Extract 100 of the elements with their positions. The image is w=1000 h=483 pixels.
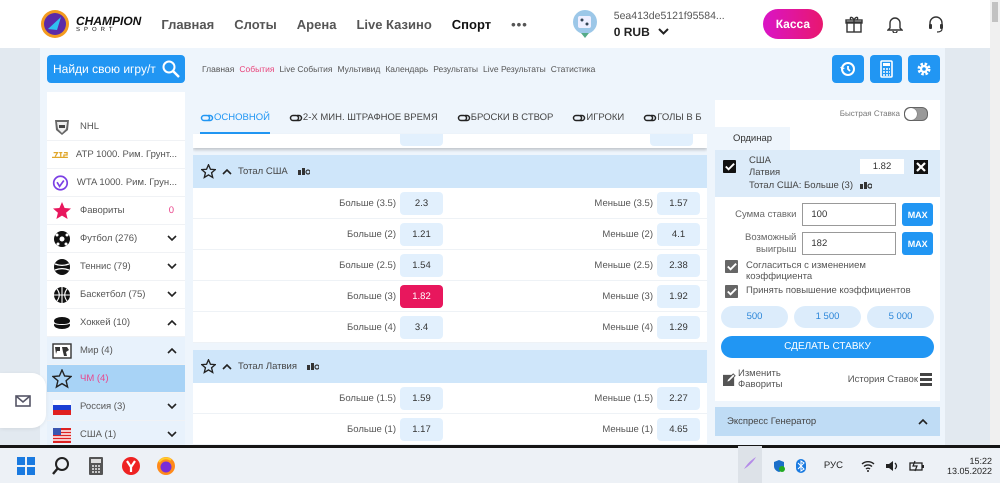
- more-menu[interactable]: •••: [511, 16, 528, 32]
- market-tab[interactable]: ГОЛЫ В Б: [643, 112, 702, 134]
- sidebar-item[interactable]: Баскетбол (75): [47, 281, 185, 309]
- stats-icon[interactable]: [860, 181, 872, 190]
- balance-dropdown[interactable]: 0 RUB: [614, 24, 725, 38]
- field-label: Сумма ставки: [734, 208, 796, 220]
- language-indicator[interactable]: РУС: [824, 460, 843, 471]
- odds-button[interactable]: 1.92: [657, 284, 700, 308]
- fox-browser-icon[interactable]: [156, 456, 176, 476]
- sidebar-item[interactable]: США (1): [47, 421, 185, 445]
- chevron-up-icon[interactable]: [918, 418, 928, 425]
- mail-button[interactable]: [0, 373, 46, 428]
- tennis-ball-icon: [52, 256, 72, 276]
- chevron-down-icon[interactable]: [167, 431, 177, 438]
- odds-button[interactable]: 1.17: [400, 418, 443, 440]
- sidebar-item[interactable]: Футбол (276): [47, 225, 185, 253]
- odds-button[interactable]: 4.1: [657, 222, 700, 246]
- odds-button[interactable]: 1.57: [657, 192, 700, 214]
- nav-link[interactable]: Арена: [296, 16, 336, 32]
- outcome-label: Меньше (2.5): [594, 260, 653, 270]
- checkbox[interactable]: [725, 260, 738, 273]
- odds-button[interactable]: 2.38: [657, 254, 700, 276]
- windows-start-icon[interactable]: [16, 456, 36, 476]
- sidebar-item[interactable]: NHL: [47, 113, 185, 141]
- atp-logo-icon: [52, 150, 68, 158]
- odds-button[interactable]: 4.65: [657, 418, 700, 440]
- link-icon: [200, 114, 214, 122]
- chevron-up-icon[interactable]: [167, 319, 177, 326]
- odds-button[interactable]: 1.59: [400, 386, 443, 410]
- stats-icon[interactable]: [307, 362, 320, 371]
- chevron-down-icon[interactable]: [167, 235, 177, 242]
- amount-field[interactable]: 182: [802, 232, 896, 255]
- odds-button[interactable]: 2.27: [657, 386, 700, 410]
- scrollbar[interactable]: [990, 0, 1000, 445]
- sidebar-item[interactable]: ATP 1000. Рим. Грунт...: [47, 141, 185, 169]
- search-icon[interactable]: [51, 456, 71, 476]
- speaker-icon[interactable]: [884, 460, 899, 472]
- bet-history-link[interactable]: История Ставок: [848, 372, 932, 386]
- odds-button[interactable]: 1.29: [657, 316, 700, 338]
- market-tab[interactable]: БРОСКИ В СТВОР: [456, 112, 554, 134]
- cashier-button[interactable]: Касса: [762, 9, 823, 39]
- sidebar-item[interactable]: WTA 1000. Рим. Грун...: [47, 169, 185, 197]
- nav-link[interactable]: Live События: [279, 64, 332, 74]
- mail-icon: [15, 394, 31, 406]
- nav-link[interactable]: Календарь: [385, 64, 428, 74]
- avatar-icon[interactable]: [572, 9, 598, 39]
- odds-button[interactable]: 1.21: [400, 222, 443, 246]
- clock[interactable]: 15:22 13.05.2022: [946, 456, 992, 476]
- market-tab[interactable]: 2-Х МИН. ШТРАФНОЕ ВРЕМЯ: [288, 112, 438, 134]
- sidebar-item[interactable]: Мир (4): [47, 337, 185, 365]
- star-outline-icon[interactable]: [201, 164, 216, 179]
- odds-button[interactable]: 3.4: [400, 316, 443, 338]
- bet-type-tab[interactable]: Ординар: [715, 127, 790, 150]
- bell-icon[interactable]: [887, 15, 903, 33]
- chevron-down-icon[interactable]: [167, 403, 177, 410]
- quick-bet-toggle[interactable]: [904, 106, 928, 120]
- nav-link[interactable]: Главная: [161, 16, 214, 32]
- shield-icon[interactable]: [772, 458, 786, 472]
- nav-link[interactable]: Слоты: [234, 16, 277, 32]
- calculator-icon[interactable]: [86, 456, 106, 476]
- headset-icon[interactable]: [927, 15, 945, 33]
- market-tab[interactable]: ИГРОКИ: [572, 112, 624, 134]
- chevron-down-icon[interactable]: [167, 291, 177, 298]
- sidebar-item[interactable]: Теннис (79): [47, 253, 185, 281]
- wifi-icon[interactable]: [860, 460, 875, 472]
- odds-button[interactable]: 1.82: [400, 284, 443, 308]
- nav-link[interactable]: Live Результаты: [483, 64, 546, 74]
- chevron-up-icon[interactable]: [167, 347, 177, 354]
- nav-link[interactable]: Live Казино: [356, 16, 432, 32]
- gift-icon[interactable]: [845, 15, 863, 33]
- chevron-down-icon: [658, 28, 669, 35]
- chevron-up-icon[interactable]: [222, 168, 232, 175]
- calculator-button[interactable]: [870, 55, 902, 83]
- battery-charging-icon[interactable]: [908, 460, 925, 472]
- nav-link[interactable]: Результаты: [433, 64, 478, 74]
- nav-link[interactable]: Мультивид: [338, 64, 380, 74]
- history-button[interactable]: [832, 55, 864, 83]
- amount-field[interactable]: 100: [802, 203, 896, 226]
- odds-button[interactable]: 1.54: [400, 254, 443, 276]
- nav-link[interactable]: Спорт: [452, 16, 492, 32]
- close-icon[interactable]: [914, 160, 928, 174]
- stats-icon[interactable]: [298, 167, 310, 176]
- sidebar-item[interactable]: Фавориты 0: [47, 197, 185, 225]
- star-outline-icon[interactable]: [201, 359, 216, 374]
- settings-button[interactable]: [908, 55, 940, 83]
- checkbox[interactable]: [725, 284, 738, 298]
- favorites-count: 0: [168, 205, 174, 216]
- express-generator-header[interactable]: Экспресс Генератор: [715, 406, 940, 436]
- sidebar-item[interactable]: Россия (3): [47, 393, 185, 421]
- checkbox[interactable]: [723, 160, 736, 173]
- chevron-down-icon[interactable]: [167, 263, 177, 270]
- nav-link[interactable]: Статистика: [550, 64, 596, 74]
- nav-link[interactable]: Главная: [202, 64, 234, 74]
- odds-button[interactable]: 2.3: [400, 192, 443, 214]
- chevron-up-icon[interactable]: [222, 363, 232, 370]
- settings-icon: [915, 60, 933, 78]
- browser-y-icon[interactable]: [121, 456, 141, 476]
- bluetooth-icon[interactable]: [796, 458, 806, 472]
- edit-favorites-link[interactable]: Изменить Фавориты: [723, 368, 786, 391]
- search-field[interactable]: Найди свою игру/т: [47, 55, 185, 83]
